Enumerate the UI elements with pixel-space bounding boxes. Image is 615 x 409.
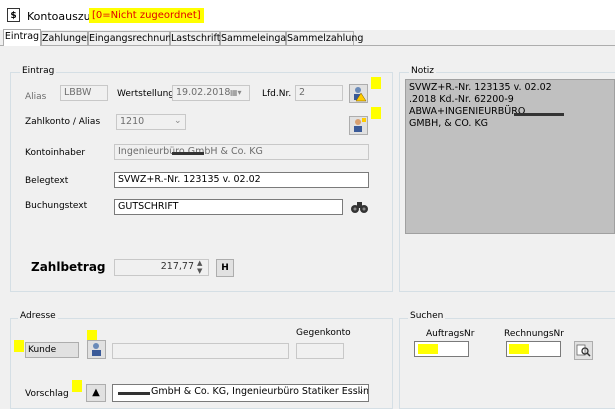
zahlbetrag-label: Zahlbetrag — [31, 260, 106, 274]
notiz-textarea[interactable]: SVWZ+R.-Nr. 123135 v. 02.02 .2018 Kd.-Nr… — [405, 79, 615, 234]
search-button[interactable] — [574, 341, 593, 360]
rechnungsnr-label: RechnungsNr — [504, 329, 564, 339]
window-title: Kontoauszug — [27, 10, 98, 23]
notiz-line: GMBH, & CO. KG — [409, 118, 489, 129]
adresse-group-label: Adresse — [18, 311, 58, 321]
entry-group-label: Eintrag — [20, 66, 57, 76]
binoculars-icon — [351, 202, 368, 213]
vorschlag-button[interactable]: ▲ — [86, 384, 106, 402]
zahlkonto-button[interactable] — [349, 116, 368, 135]
calendar-dropdown-icon[interactable]: ▦▾ — [230, 88, 242, 97]
kunde-lookup-button[interactable] — [87, 340, 106, 359]
alias-field[interactable]: LBBW — [60, 85, 108, 101]
auftragsnr-label: AuftragsNr — [426, 329, 475, 339]
tab-zahlungen[interactable]: Zahlungen — [41, 31, 93, 45]
highlight-marker — [72, 380, 82, 392]
belegtext-label: Belegtext — [25, 176, 69, 186]
user-search-icon — [354, 118, 366, 132]
highlight-marker — [371, 107, 381, 119]
search-icon — [576, 344, 591, 357]
tab-lastschrift[interactable]: Lastschrift — [170, 31, 220, 45]
kunde-name-field[interactable] — [112, 343, 289, 359]
document-dollar-icon: $ — [7, 8, 20, 22]
user-warning-icon — [354, 87, 367, 102]
wertstellung-value: 19.02.2018 — [176, 87, 231, 98]
buchungstext-field[interactable]: GUTSCHRIFT — [114, 199, 343, 215]
kunde-button[interactable]: Kunde — [25, 342, 79, 358]
status-badge: [0=Nicht zugeordnet] — [89, 8, 204, 23]
vorschlag-select[interactable]: GmbH & Co. KG, Ingenieurbüro Statiker Es… — [112, 384, 369, 402]
zahlbetrag-field[interactable]: 217,77 — [114, 259, 209, 276]
h-button[interactable]: H — [216, 259, 234, 277]
buchungstext-label: Buchungstext — [25, 201, 88, 211]
lfdnr-button[interactable] — [349, 84, 368, 103]
redaction-scribble — [514, 109, 564, 116]
highlight-marker — [14, 340, 24, 352]
tab-eingangsrechnung[interactable]: Eingangsrechnung — [88, 31, 177, 45]
redaction-scribble — [172, 148, 204, 155]
notiz-line: ABWA+INGENIEURBÜRO — [409, 106, 611, 118]
lfdnr-field[interactable]: 2 — [295, 85, 343, 101]
notiz-line: .2018 Kd.-Nr. 62200-9 — [409, 94, 514, 105]
notiz-line: SVWZ+R.-Nr. 123135 v. 02.02 — [409, 82, 552, 93]
lfdnr-label: Lfd.Nr. — [262, 89, 292, 99]
wertstellung-label: Wertstellung — [117, 89, 175, 99]
tab-sammelzahlung[interactable]: Sammelzahlung — [286, 31, 363, 45]
highlight-marker — [418, 344, 438, 354]
suchen-group-label: Suchen — [408, 311, 446, 321]
tab-eintrag[interactable]: Eintrag — [3, 29, 41, 46]
belegtext-field[interactable]: SVWZ+R.-Nr. 123135 v. 02.02 — [114, 172, 369, 188]
chevron-down-icon[interactable]: ⌄ — [357, 386, 365, 396]
redaction-scribble — [118, 388, 150, 395]
gegenkonto-field[interactable] — [296, 343, 344, 359]
notiz-group-label: Notiz — [409, 66, 436, 76]
zahlkonto-label: Zahlkonto / Alias — [25, 117, 101, 127]
tab-sammeleingang[interactable]: Sammeleingang — [220, 31, 298, 45]
chevron-down-icon[interactable]: ⌄ — [174, 116, 182, 126]
highlight-marker — [509, 344, 529, 354]
kontoinhaber-field[interactable]: Ingenieurbüro GmbH & Co. KG — [114, 144, 369, 160]
buchungstext-button[interactable] — [350, 199, 369, 216]
spinner-icon[interactable]: ▲ ▼ — [197, 259, 202, 275]
kontoinhaber-label: Kontoinhaber — [25, 148, 86, 158]
gegenkonto-label: Gegenkonto — [296, 328, 351, 338]
vorschlag-label: Vorschlag — [25, 389, 69, 399]
user-icon — [92, 343, 101, 356]
highlight-marker — [371, 77, 381, 89]
triangle-up-icon: ▲ — [92, 387, 100, 398]
alias-label: Alias — [25, 92, 47, 102]
